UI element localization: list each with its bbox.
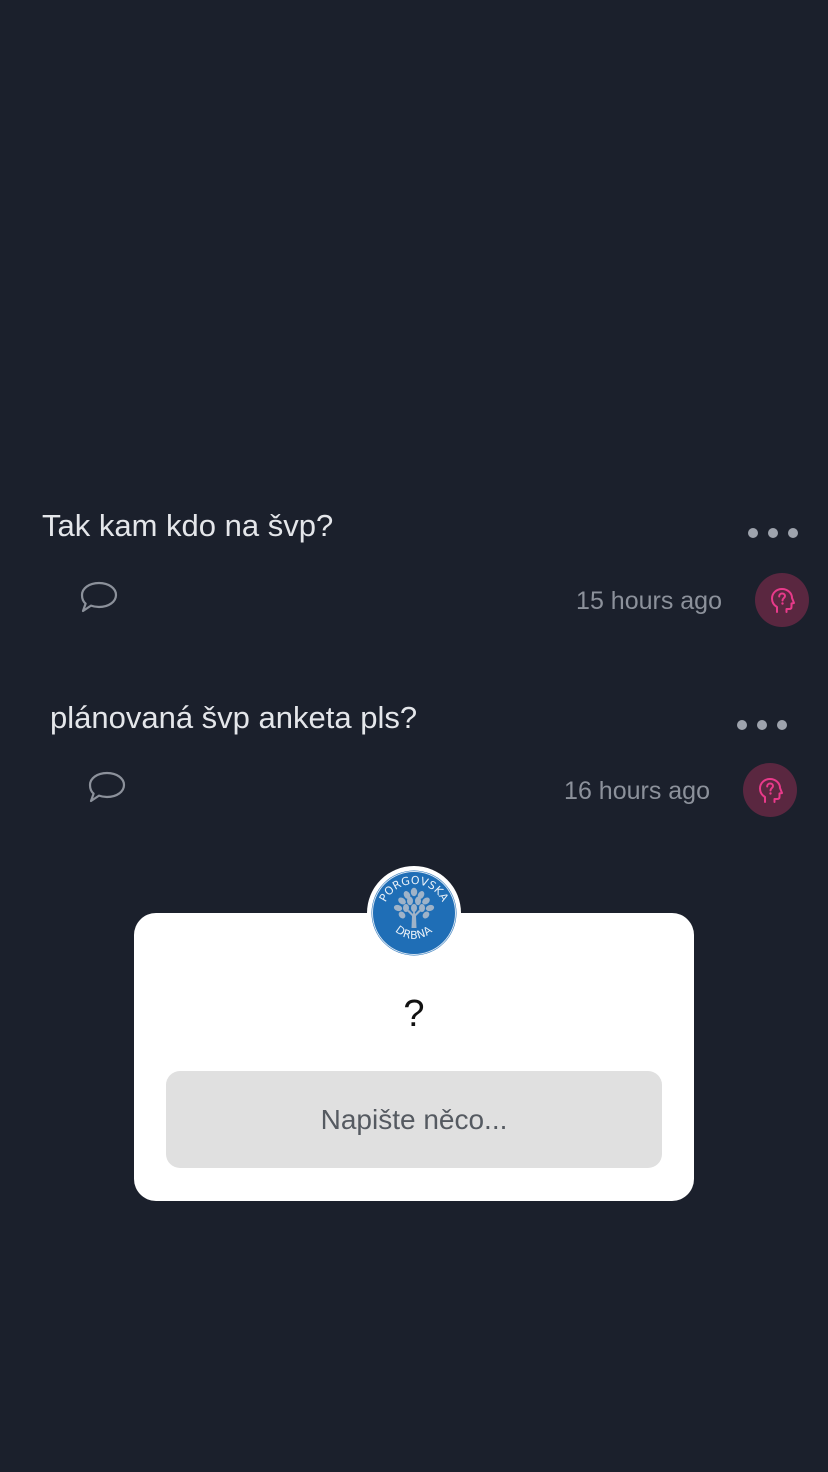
anonymous-head-question-icon: [759, 778, 783, 803]
post-item[interactable]: Tak kam kdo na švp? 15 hours ago: [0, 500, 828, 660]
post-text: plánovaná švp anketa pls?: [50, 700, 418, 735]
speech-bubble-icon: [80, 581, 118, 613]
reply-input[interactable]: [166, 1071, 662, 1168]
post-timestamp: 16 hours ago: [564, 777, 710, 805]
tree-logo-icon: PORGOVSKA DRBNA: [369, 868, 459, 958]
author-avatar[interactable]: [743, 763, 797, 817]
post-item[interactable]: plánovaná švp anketa pls? 16 hours ago: [0, 692, 828, 852]
more-options-button[interactable]: [737, 715, 787, 735]
comment-button[interactable]: [78, 580, 120, 616]
more-options-button[interactable]: [748, 523, 798, 543]
speech-bubble-icon: [88, 771, 126, 803]
comment-button[interactable]: [86, 770, 128, 806]
ellipsis-icon: [748, 528, 758, 538]
modal-question-text: ?: [403, 993, 425, 1035]
author-avatar[interactable]: [755, 573, 809, 627]
post-text: Tak kam kdo na švp?: [42, 508, 334, 543]
ellipsis-icon: [737, 720, 747, 730]
post-timestamp: 15 hours ago: [576, 587, 722, 615]
porgovska-drbna-logo: PORGOVSKA DRBNA: [367, 866, 461, 960]
anonymous-head-question-icon: [771, 588, 795, 613]
